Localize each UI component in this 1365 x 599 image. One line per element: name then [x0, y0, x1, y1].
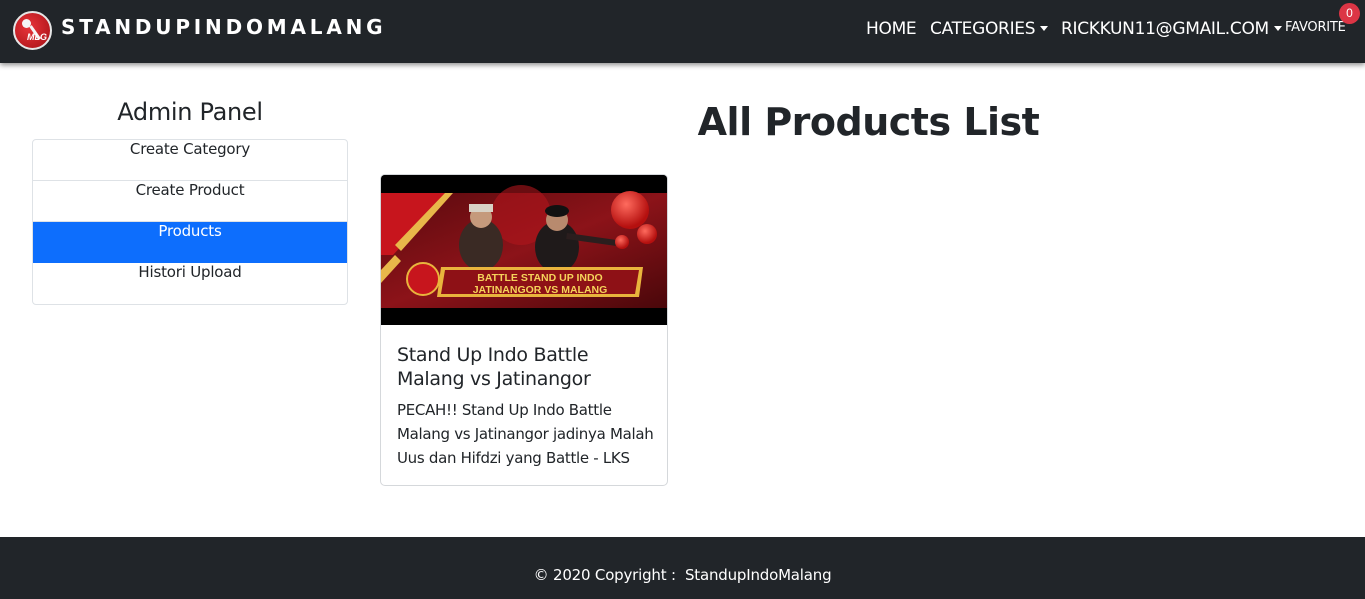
brand-name[interactable]: STANDUPINDOMALANG — [61, 15, 386, 39]
thumbnail-image: BATTLE STAND UP INDO JATINANGOR VS MALAN… — [381, 175, 667, 325]
product-title[interactable]: Stand Up Indo Battle Malang vs Jatinango… — [397, 343, 657, 391]
page-title: All Products List — [697, 100, 1040, 144]
nav-account[interactable]: RICKKUN11@GMAIL.COM — [1061, 19, 1282, 39]
product-thumbnail[interactable]: BATTLE STAND UP INDO JATINANGOR VS MALAN… — [381, 175, 667, 325]
product-card[interactable]: BATTLE STAND UP INDO JATINANGOR VS MALAN… — [380, 174, 668, 486]
nav-favorite[interactable]: FAVORITE — [1285, 20, 1346, 35]
product-description: PECAH!! Stand Up Indo Battle Malang vs J… — [397, 401, 654, 467]
logo-text: MLG — [27, 32, 47, 42]
thumbnail-caption-line1: BATTLE STAND UP INDO — [477, 272, 602, 284]
menu-item-create-category[interactable]: Create Category — [33, 140, 347, 181]
footer-copyright: © 2020 Copyright : StandupIndoMalang — [0, 566, 1365, 584]
menu-item-histori-upload[interactable]: Histori Upload — [33, 263, 347, 304]
brand-logo[interactable]: MLG — [13, 11, 52, 50]
admin-menu: Create Category Create Product Products … — [32, 139, 348, 305]
menu-item-products[interactable]: Products — [33, 222, 347, 263]
chevron-down-icon — [1040, 26, 1049, 31]
footer: © 2020 Copyright : StandupIndoMalang — [0, 537, 1365, 599]
nav-home[interactable]: HOME — [866, 19, 917, 39]
nav-account-label: RICKKUN11@GMAIL.COM — [1061, 19, 1269, 39]
admin-panel-title: Admin Panel — [117, 98, 263, 126]
footer-site-link[interactable]: StandupIndoMalang — [685, 566, 832, 584]
navbar: MLG STANDUPINDOMALANG HOME CATEGORIES RI… — [0, 0, 1365, 63]
copyright-text: © 2020 Copyright : — [533, 566, 676, 584]
thumbnail-caption-line2: JATINANGOR VS MALANG — [473, 284, 608, 296]
nav-categories-label: CATEGORIES — [930, 19, 1036, 39]
nav-categories[interactable]: CATEGORIES — [930, 19, 1049, 39]
menu-item-create-product[interactable]: Create Product — [33, 181, 347, 222]
favorite-count-badge: 0 — [1339, 3, 1360, 24]
chevron-down-icon — [1273, 26, 1282, 31]
